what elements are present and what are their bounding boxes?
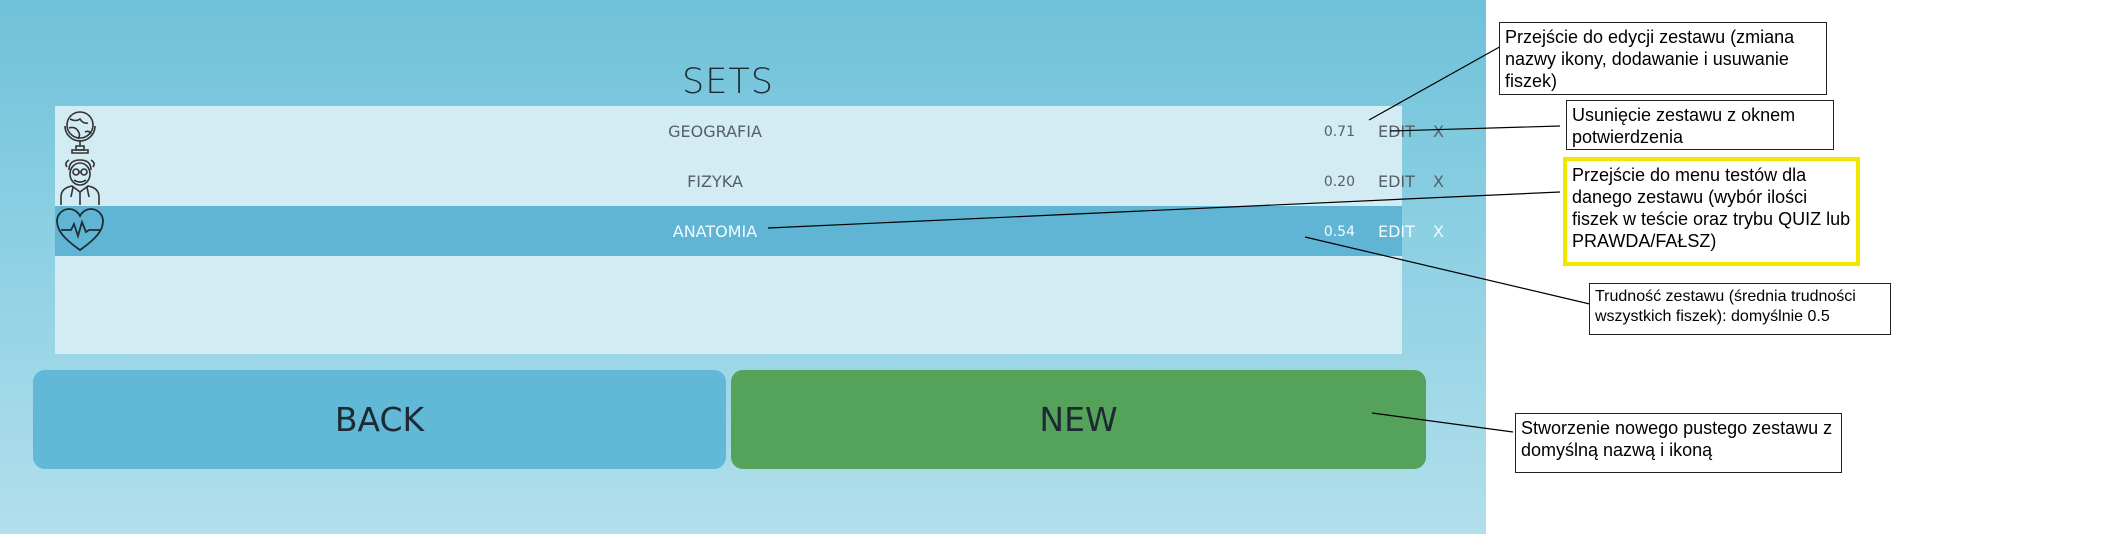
leader-line-delete xyxy=(1389,125,1561,132)
leader-line-new xyxy=(1371,412,1514,433)
leader-line-tests xyxy=(767,191,1561,229)
annotation-delete: Usunięcie zestawu z oknem potwierdzenia xyxy=(1566,100,1834,150)
leader-line-edit xyxy=(1368,39,1513,121)
annotation-difficulty: Trudność zestawu (średnia trudności wszy… xyxy=(1589,283,1891,335)
leader-line-difficulty xyxy=(1304,236,1595,306)
annotation-tests: Przejście do menu testów dla danego zest… xyxy=(1563,157,1860,266)
annotation-edit: Przejście do edycji zestawu (zmiana nazw… xyxy=(1499,22,1827,95)
annotation-new: Stworzenie nowego pustego zestawu z domy… xyxy=(1515,413,1842,473)
